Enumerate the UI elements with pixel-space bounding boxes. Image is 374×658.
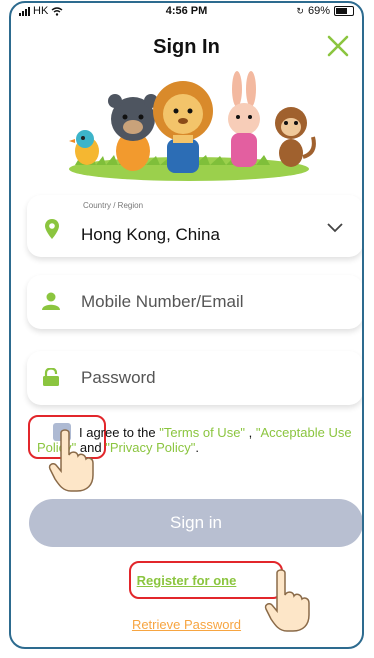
agreement-sep: ,: [245, 425, 256, 440]
close-icon[interactable]: [324, 32, 352, 60]
password-placeholder: Password: [81, 368, 156, 387]
animal-characters-illustration: [69, 71, 316, 181]
chevron-down-icon[interactable]: [327, 223, 343, 233]
sign-in-button[interactable]: Sign in: [29, 499, 362, 547]
lock-rotation-icon: ↻: [296, 5, 304, 16]
highlight-box-register: [129, 561, 283, 599]
password-input[interactable]: Password: [27, 351, 362, 405]
country-label: Country / Region: [83, 201, 144, 210]
page-title: Sign In: [153, 36, 220, 58]
privacy-policy-link[interactable]: "Privacy Policy": [105, 440, 195, 455]
agreement-suffix: .: [195, 440, 199, 455]
status-bar: HK 4:56 PM ↻ 69%: [11, 3, 362, 21]
battery-percent: 69%: [307, 5, 330, 17]
country-selector[interactable]: Country / Region Hong Kong, China: [27, 195, 362, 257]
pointing-hand-icon: [48, 429, 94, 492]
mobile-email-input[interactable]: Mobile Number/Email: [27, 275, 362, 329]
location-pin-icon: [45, 219, 59, 239]
lock-icon: [43, 368, 59, 386]
phone-frame: HK 4:56 PM ↻ 69% Sign In Country / Regio…: [9, 1, 364, 649]
mobile-email-placeholder: Mobile Number/Email: [81, 292, 244, 311]
battery-icon: [334, 6, 354, 16]
pointing-hand-icon: [264, 569, 310, 632]
user-icon: [42, 292, 60, 310]
country-value: Hong Kong, China: [81, 225, 220, 244]
terms-of-use-link[interactable]: "Terms of Use": [159, 425, 245, 440]
